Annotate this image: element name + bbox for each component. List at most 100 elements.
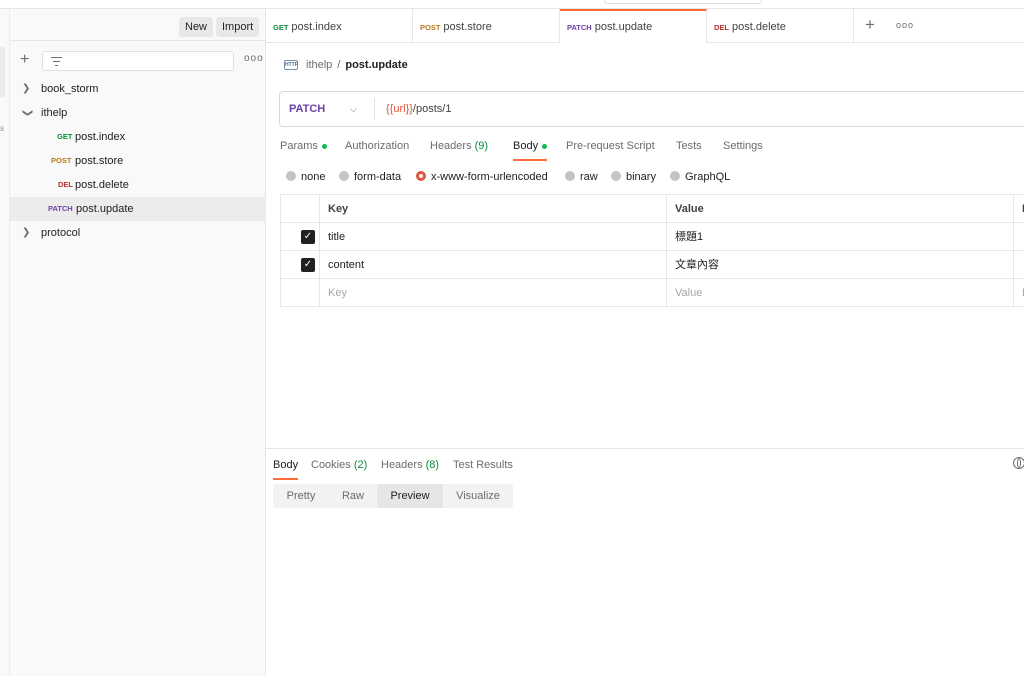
table-cell: ✓ (280, 223, 319, 251)
tab-test-results[interactable]: Test Results (453, 456, 513, 480)
tree-request-post-store[interactable]: POST post.store (10, 149, 266, 173)
body-type-form-data[interactable]: form-data (339, 170, 401, 186)
tree-request-post-delete[interactable]: DEL post.delete (10, 173, 266, 197)
request-label: post.update (76, 203, 134, 215)
http-request-icon: HTTP (284, 60, 299, 71)
body-type-raw[interactable]: raw (565, 170, 598, 186)
tab-response-headers[interactable]: Headers (8) (381, 456, 439, 480)
new-description-input[interactable]: D (1013, 279, 1024, 307)
sidebar-more-icon[interactable]: ooo (244, 53, 264, 64)
view-preview[interactable]: Preview (377, 484, 443, 508)
new-key-input[interactable]: Key (319, 279, 666, 307)
tree-item-label: book_storm (41, 83, 99, 95)
checkbox-checked-icon[interactable]: ✓ (301, 258, 315, 272)
response-divider[interactable] (266, 448, 1024, 449)
new-tab-plus-icon[interactable]: + (865, 15, 875, 35)
table-row: ✓ content 文章內容 (280, 251, 1024, 279)
breadcrumb-parent[interactable]: ithelp (306, 59, 332, 71)
tab-body[interactable]: Body (513, 137, 548, 161)
tree-request-post-update[interactable]: PATCH post.update (10, 197, 266, 221)
param-description-input[interactable] (1013, 251, 1024, 279)
tab-response-body[interactable]: Body (273, 456, 299, 480)
radio-label: x-www-form-urlencoded (431, 171, 548, 183)
view-visualize[interactable]: Visualize (443, 484, 513, 508)
table-header-row: Key Value D (280, 195, 1024, 223)
globe-icon[interactable] (1013, 457, 1024, 469)
rail-label: s (0, 124, 4, 133)
checkbox-checked-icon[interactable]: ✓ (301, 230, 315, 244)
tab-prerequest-script[interactable]: Pre-request Script (566, 137, 655, 161)
method-select[interactable]: PATCH (289, 92, 325, 126)
chevron-down-icon: ❯ (22, 108, 34, 118)
tree-item-book-storm[interactable]: ❯ book_storm (10, 77, 266, 101)
url-input[interactable]: {{url}}/posts/1 (386, 92, 451, 126)
tree-request-post-index[interactable]: GET post.index (10, 125, 266, 149)
filter-input[interactable] (42, 51, 234, 71)
column-header-key: Key (319, 195, 666, 223)
chevron-down-icon[interactable]: ⌵ (350, 92, 357, 126)
tree-item-ithelp[interactable]: ❯ ithelp (10, 101, 266, 125)
param-value-input[interactable]: 文章內容 (666, 251, 1013, 279)
column-header-value: Value (666, 195, 1013, 223)
tab-more-icon[interactable]: ooo (896, 20, 914, 30)
new-value-input[interactable]: Value (666, 279, 1013, 307)
param-description-input[interactable] (1013, 223, 1024, 251)
tab-label: post.index (291, 21, 342, 33)
body-type-urlencoded[interactable]: x-www-form-urlencoded (416, 170, 548, 186)
sidebar: New Import + ooo ❯ book_storm ❯ ithelp G… (10, 9, 266, 676)
tree-item-protocol[interactable]: ❯ protocol (10, 221, 266, 245)
method-badge: GET (273, 23, 289, 32)
radio-icon (286, 171, 296, 182)
import-button[interactable]: Import (216, 17, 260, 37)
method-badge: GET (57, 132, 73, 141)
table-row-empty: Key Value D (280, 279, 1024, 307)
url-divider (374, 98, 375, 120)
response-view-switcher: Pretty Raw Preview Visualize (273, 484, 513, 508)
request-tab-bar: GET post.index POST post.store PATCH post.u… (266, 9, 1024, 43)
tab-label: Headers (381, 459, 423, 471)
tab-authorization[interactable]: Authorization (345, 137, 409, 161)
radio-icon (611, 171, 621, 182)
tab-label: post.store (443, 21, 492, 33)
url-bar: PATCH ⌵ {{url}}/posts/1 (279, 91, 1024, 127)
add-collection-icon[interactable]: + (20, 51, 29, 69)
active-dot-icon (542, 143, 548, 149)
request-label: post.store (75, 155, 124, 167)
param-value-input[interactable]: 標題1 (666, 223, 1013, 251)
radio-label: binary (626, 171, 656, 183)
body-type-graphql[interactable]: GraphQL (670, 170, 730, 186)
new-button[interactable]: New (179, 17, 214, 37)
view-pretty[interactable]: Pretty (273, 484, 329, 508)
tab-post-update[interactable]: PATCH post.update (560, 9, 707, 43)
table-row: ✓ title 標題1 (280, 223, 1024, 251)
url-path: /posts/1 (412, 103, 452, 115)
view-raw[interactable]: Raw (329, 484, 377, 508)
tab-headers[interactable]: Headers (9) (430, 137, 488, 161)
tab-settings[interactable]: Settings (723, 137, 763, 161)
tree-item-label: protocol (41, 227, 81, 239)
param-key-input[interactable]: content (319, 251, 666, 279)
tab-post-index[interactable]: GET post.index (266, 9, 413, 43)
body-type-none[interactable]: none (286, 170, 325, 186)
breadcrumb-current[interactable]: post.update (345, 59, 407, 71)
tab-params[interactable]: Params (280, 137, 327, 161)
search-hint[interactable] (604, 0, 762, 4)
radio-label: GraphQL (685, 171, 731, 183)
tab-tests[interactable]: Tests (676, 137, 702, 161)
body-type-binary[interactable]: binary (611, 170, 656, 186)
tab-response-cookies[interactable]: Cookies (2) (311, 456, 367, 480)
headers-count: (8) (425, 459, 440, 471)
tab-label: Params (280, 140, 318, 152)
tab-post-store[interactable]: POST post.store (413, 9, 560, 43)
sidebar-toolbar: + ooo (10, 49, 266, 73)
tab-post-delete[interactable]: DEL post.delete (707, 9, 854, 43)
table-cell (280, 195, 319, 223)
breadcrumb-separator: / (337, 59, 341, 71)
param-key-input[interactable]: title (319, 223, 666, 251)
filter-icon (51, 57, 62, 66)
radio-icon (565, 171, 575, 182)
rail-active-item[interactable] (0, 47, 5, 97)
method-badge: DEL (714, 23, 729, 32)
radio-label: raw (580, 171, 598, 183)
table-cell (280, 279, 319, 307)
